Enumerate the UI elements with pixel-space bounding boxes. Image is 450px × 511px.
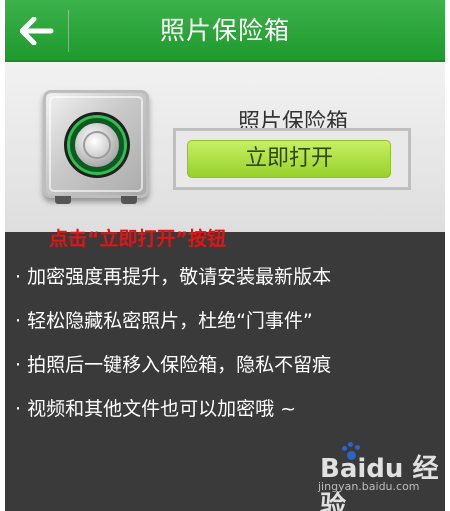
feature-item: · 拍照后一键移入保险箱，隐私不留痕: [15, 354, 332, 376]
feature-item: · 加密强度再提升，敬请安装最新版本: [15, 266, 332, 288]
baidu-watermark: Baidu 经验 jingyan.baidu.com: [318, 440, 448, 511]
feature-item: · 轻松隐藏私密照片，杜绝“门事件”: [15, 310, 313, 332]
back-arrow-icon: [20, 17, 54, 45]
open-button-highlight: 立即打开: [173, 128, 411, 190]
watermark-sub: jingyan.baidu.com: [318, 480, 420, 493]
back-button[interactable]: [5, 0, 69, 62]
feature-list: · 加密强度再提升，敬请安装最新版本 · 轻松隐藏私密照片，杜绝“门事件” · …: [15, 262, 443, 438]
feature-item: · 视频和其他文件也可以加密哦 ~: [15, 398, 297, 420]
title-bar: 照片保险箱: [5, 0, 445, 62]
safe-hero: 照片保险箱 立即打开: [5, 62, 445, 232]
instruction-caption: 点击“立即打开”按钮: [49, 228, 226, 250]
open-now-button[interactable]: 立即打开: [187, 140, 391, 178]
safe-dial: [70, 118, 124, 172]
safe-icon: [43, 90, 149, 204]
app-screen: 照片保险箱 照片保险箱 立即打开 点击“立即打开”按钮 · 加密强度再提升，敬请…: [5, 0, 445, 511]
page-title: 照片保险箱: [159, 16, 290, 45]
